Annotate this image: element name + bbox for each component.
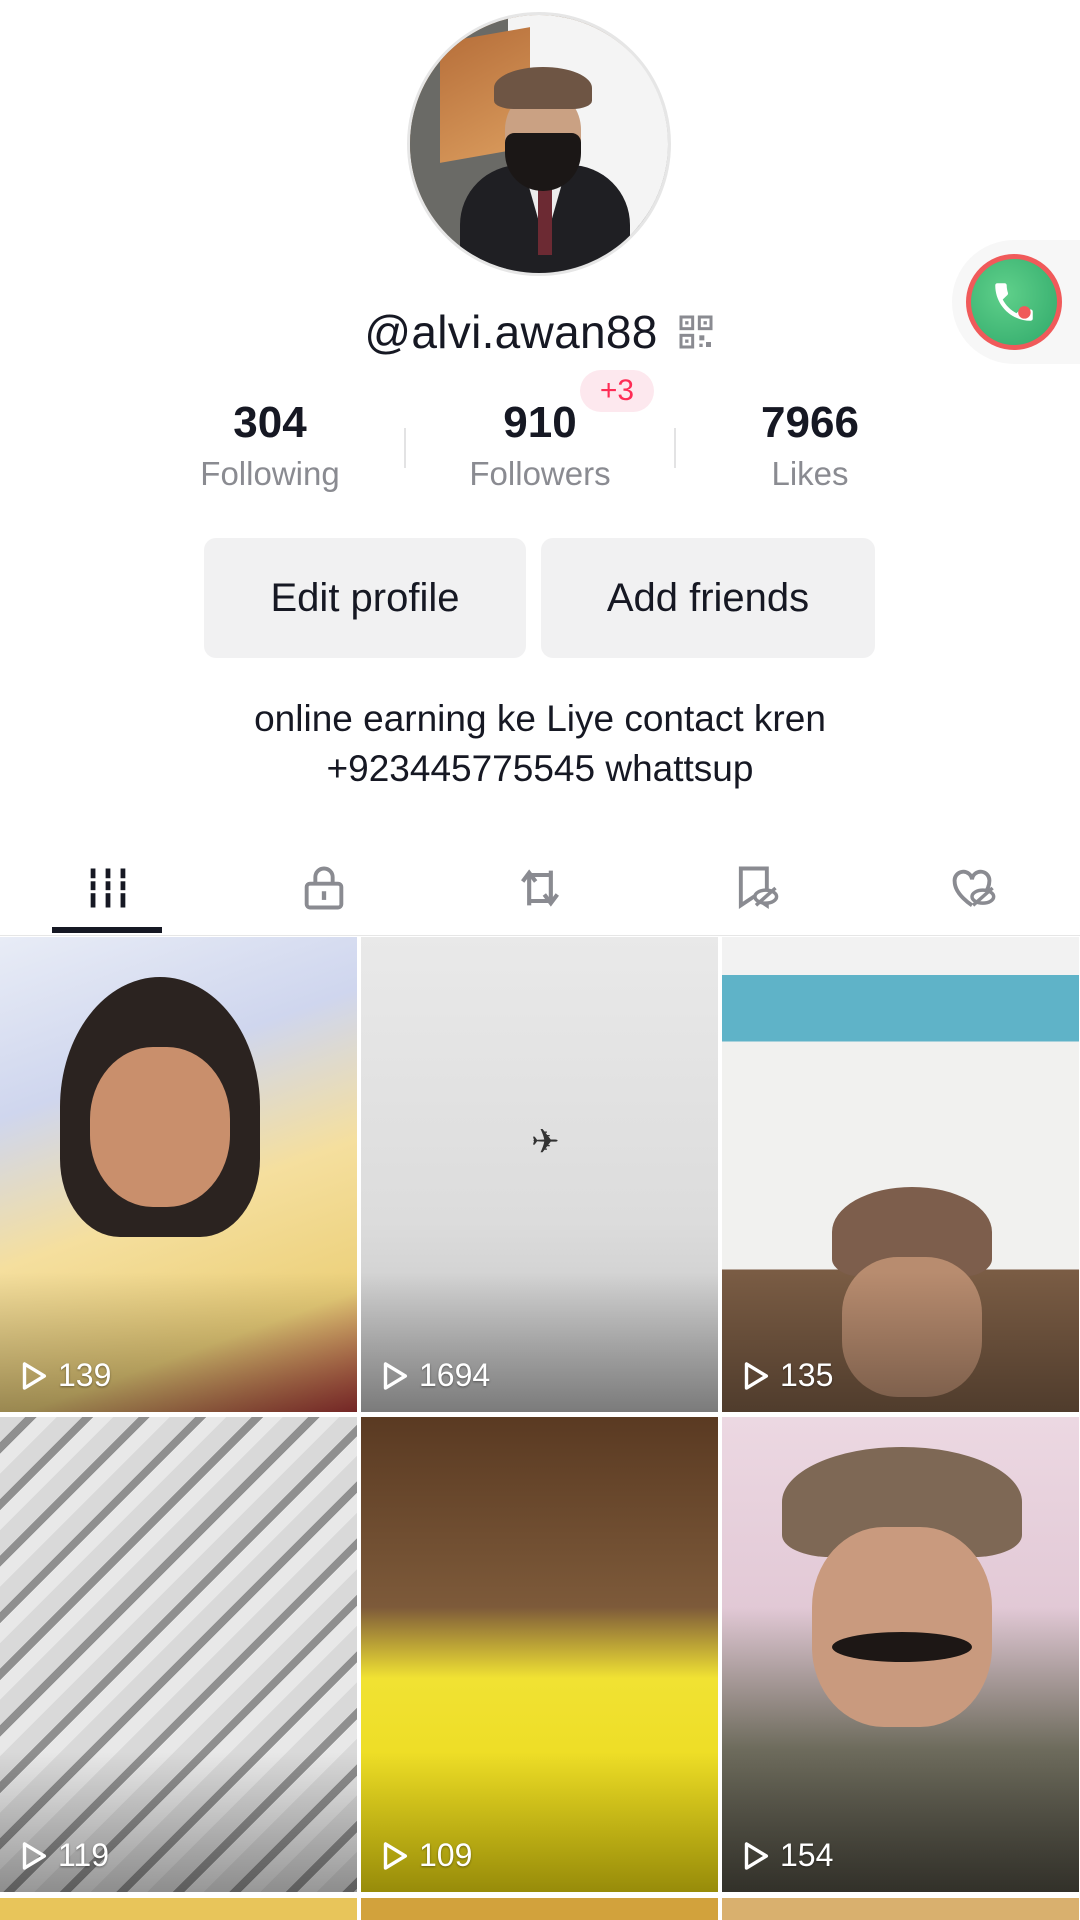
- play-icon: [22, 1361, 47, 1390]
- tab-private[interactable]: [216, 840, 432, 936]
- view-count: 135: [738, 1357, 833, 1394]
- video-thumbnail[interactable]: 154: [722, 1417, 1079, 1892]
- play-icon: [744, 1361, 769, 1390]
- view-count-value: 119: [58, 1837, 110, 1873]
- view-count-value: 139: [58, 1357, 112, 1393]
- video-thumbnail-partial[interactable]: [361, 1898, 718, 1920]
- following-label: Following: [200, 455, 340, 492]
- video-thumbnail-partial[interactable]: [722, 1898, 1079, 1920]
- view-count-value: 1694: [419, 1357, 491, 1393]
- profile-screen: @alvi.awan88 304 Following 910 Followers: [0, 0, 1080, 1920]
- likes-label: Likes: [771, 455, 849, 492]
- play-icon: [744, 1841, 769, 1870]
- tab-liked[interactable]: [864, 840, 1080, 936]
- view-count: 1694: [377, 1357, 490, 1394]
- new-followers-badge: +3: [580, 370, 654, 412]
- profile-avatar[interactable]: [407, 12, 671, 276]
- username-row: @alvi.awan88: [0, 300, 1080, 364]
- stat-divider: [404, 428, 406, 468]
- play-icon: [383, 1361, 408, 1390]
- profile-bio: online earning ke Liye contact kren +923…: [0, 694, 1080, 794]
- likes-stat[interactable]: 7966 Likes: [675, 395, 945, 493]
- active-tab-indicator: [52, 927, 162, 933]
- followers-label: Followers: [469, 455, 611, 492]
- bio-line: +923445775545 whattsup: [326, 748, 754, 789]
- following-count: 304: [233, 398, 307, 447]
- airplane-icon: ✈: [531, 1123, 560, 1161]
- likes-count: 7966: [761, 398, 859, 447]
- play-icon: [383, 1841, 408, 1870]
- add-friends-button[interactable]: Add friends: [541, 538, 875, 658]
- tab-favorites[interactable]: [648, 840, 864, 936]
- view-count-value: 109: [419, 1837, 473, 1873]
- heart-hidden-icon: [952, 869, 996, 907]
- profile-tabs: [0, 840, 1080, 936]
- bio-line: online earning ke Liye contact kren: [254, 698, 826, 739]
- video-thumbnail-partial[interactable]: [0, 1898, 357, 1920]
- tab-reposts[interactable]: [432, 840, 648, 936]
- view-count-value: 154: [780, 1837, 834, 1873]
- view-count: 119: [16, 1837, 109, 1874]
- username: @alvi.awan88: [364, 306, 658, 358]
- video-thumbnail[interactable]: ✈ 1694: [361, 937, 718, 1412]
- view-count: 154: [738, 1837, 833, 1874]
- stat-divider: [674, 428, 676, 468]
- video-thumbnail[interactable]: 109: [361, 1417, 718, 1892]
- video-thumbnail[interactable]: 139: [0, 937, 357, 1412]
- view-count: 109: [377, 1837, 472, 1874]
- qr-code-icon[interactable]: [676, 312, 716, 352]
- tab-videos[interactable]: [0, 840, 216, 936]
- view-count: 139: [16, 1357, 111, 1394]
- repost-icon: [521, 869, 559, 907]
- view-count-value: 135: [780, 1357, 834, 1393]
- play-icon: [22, 1841, 47, 1870]
- video-thumbnail[interactable]: 119: [0, 1417, 357, 1892]
- video-grid: 139 ✈ 1694 135 119 109 154: [0, 937, 1080, 1920]
- following-stat[interactable]: 304 Following: [135, 395, 405, 493]
- bookmark-hidden-icon: [738, 866, 779, 909]
- profile-stats: 304 Following 910 Followers 7966 Likes: [0, 395, 1080, 505]
- edit-profile-button[interactable]: Edit profile: [204, 538, 526, 658]
- video-thumbnail[interactable]: 135: [722, 937, 1079, 1412]
- grid-bars-icon: [88, 868, 128, 908]
- lock-icon: [304, 866, 344, 910]
